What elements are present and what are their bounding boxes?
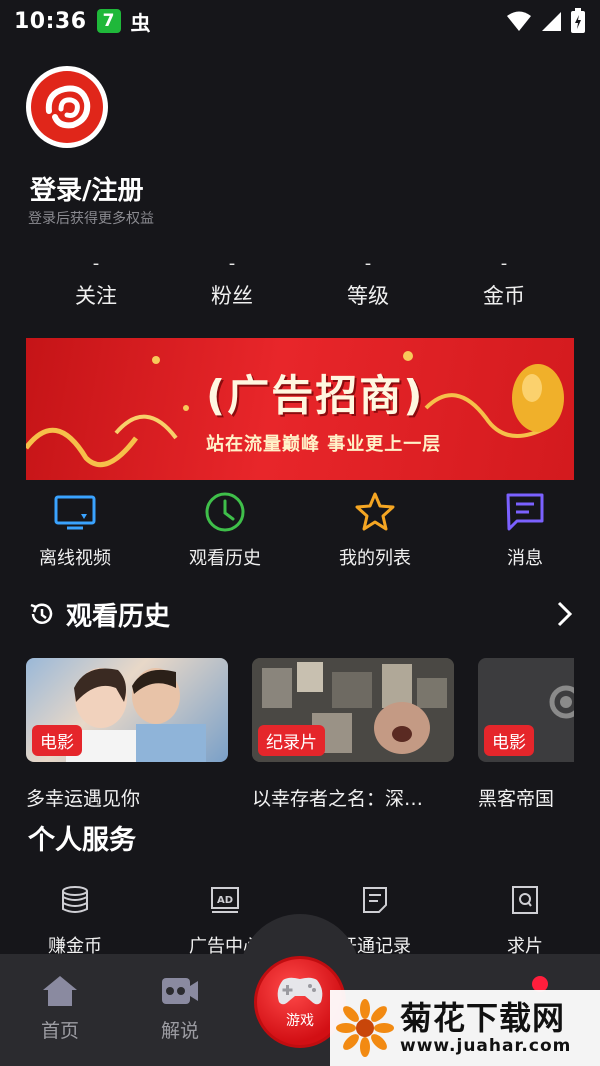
stat-label: 粉丝 [211,284,253,308]
gamepad-icon [277,977,323,1005]
stat-value: - [92,253,100,274]
quick-actions: 离线视频 观看历史 我的列表 消息 [0,490,600,570]
signal-icon [542,12,561,31]
banner-subtitle: 站在流量巅峰 事业更上一层 [206,434,442,455]
messages-button[interactable]: 消息 [450,490,600,570]
bug-icon: 虫 [130,10,151,35]
stat-fans[interactable]: - 粉丝 [164,250,300,310]
avatar[interactable] [26,66,108,148]
watermark-text: 菊花下载网 www.juahar.com [400,1000,571,1056]
category-tag: 纪录片 [258,725,325,756]
status-bar: 10:36 7 虫 [0,0,600,42]
my-list-button[interactable]: 我的列表 [300,490,450,570]
stat-label: 关注 [75,284,117,308]
login-subtitle: 登录后获得更多权益 [28,211,154,227]
stat-following[interactable]: - 关注 [28,250,164,310]
services-title: 个人服务 [28,825,136,856]
wifi-icon [507,11,531,31]
earn-coins-button[interactable]: 赚金币 [0,884,150,958]
thumbnail: 电影 [478,658,574,762]
thumbnail: 电影 [26,658,228,762]
tab-home[interactable]: 首页 [20,974,100,1043]
battery-icon [571,8,585,33]
thumbnail: 纪录片 [252,658,454,762]
history-header[interactable]: 观看历史 [28,594,574,634]
card-title: 以幸存者之名：深… [252,788,424,810]
card-title: 多幸运遇见你 [26,788,141,810]
star-icon [353,490,397,534]
stats-row: - 关注 - 粉丝 - 等级 - 金币 [28,250,572,310]
stat-value: - [228,253,236,274]
offline-video-button[interactable]: 离线视频 [0,490,150,570]
tab-label: 首页 [40,1020,79,1042]
watermark-url: www.juahar.com [400,1036,572,1056]
svg-text:AD: AD [217,895,233,906]
chevron-right-icon[interactable] [554,600,574,628]
video-camera-icon [162,978,198,1004]
stat-label: 等级 [347,284,389,308]
banner-title: (广告招商) [206,371,425,420]
watch-history-button[interactable]: 观看历史 [150,490,300,570]
request-film-button[interactable]: 求片 [450,884,600,958]
history-list: 电影 多幸运遇见你 纪录片 以幸存者之名：深… 电影 黑客帝国 [26,658,574,812]
home-icon [43,976,77,1006]
history-icon [30,603,53,624]
quick-label: 观看历史 [189,548,261,569]
history-card[interactable]: 电影 黑客帝国 [478,658,574,811]
record-icon [359,884,391,916]
watermark-title: 菊花下载网 [400,999,566,1037]
watermark: 菊花下载网 www.juahar.com [330,990,600,1066]
ad-banner[interactable]: (广告招商) 站在流量巅峰 事业更上一层 [26,338,574,480]
stat-value: - [500,253,508,274]
ad-icon: AD [209,884,241,916]
history-card[interactable]: 电影 多幸运遇见你 [26,658,228,811]
category-tag: 电影 [484,725,534,756]
category-tag: 电影 [32,725,82,756]
tab-game-label: 游戏 [286,1013,314,1029]
stat-label: 金币 [483,284,525,308]
quick-label: 消息 [507,548,543,569]
clock-icon [203,490,247,534]
tab-label: 解说 [160,1020,199,1042]
status-time: 10:36 [14,8,87,34]
login-register-link[interactable]: 登录/注册 [30,170,144,207]
search-film-icon [509,884,541,916]
message-icon [503,490,547,534]
app-logo-icon [31,71,103,143]
app-badge-icon: 7 [96,9,121,33]
tab-explain[interactable]: 解说 [140,974,220,1043]
stat-coins[interactable]: - 金币 [436,250,572,310]
quick-label: 我的列表 [339,548,411,569]
quick-label: 离线视频 [39,548,111,569]
history-title: 观看历史 [66,601,171,632]
flower-logo-icon [336,999,394,1057]
card-title: 黑客帝国 [478,788,555,810]
history-card[interactable]: 纪录片 以幸存者之名：深… [252,658,454,811]
coins-icon [59,884,91,916]
offline-video-icon [53,490,97,534]
stat-level[interactable]: - 等级 [300,250,436,310]
status-icons [506,8,586,34]
stat-value: - [364,253,372,274]
